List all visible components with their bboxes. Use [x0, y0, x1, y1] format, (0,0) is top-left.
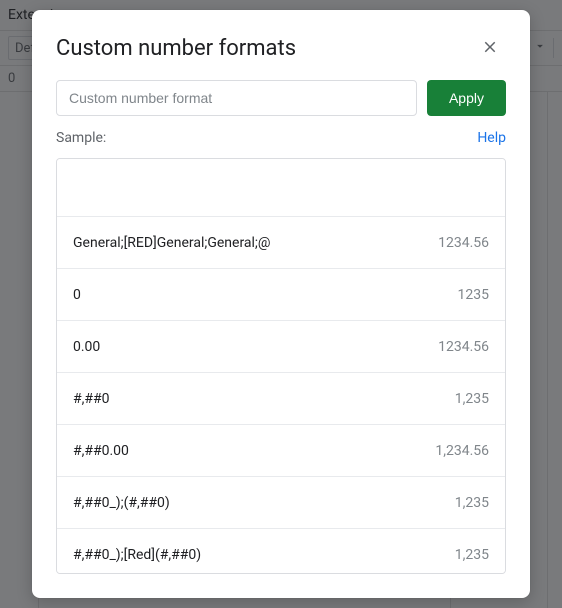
format-code: 0: [73, 287, 81, 303]
format-code: #,##0_);[Red](#,##0): [73, 547, 201, 563]
dialog-title: Custom number formats: [56, 36, 296, 61]
format-row[interactable]: #,##0_);[Red](#,##0) 1,235: [57, 529, 505, 574]
format-row[interactable]: #,##0_);(#,##0) 1,235: [57, 477, 505, 529]
sample-preview-box: [57, 159, 505, 217]
format-sample: 1,235: [455, 391, 489, 407]
format-list[interactable]: General;[RED]General;General;@ 1234.56 0 12…: [56, 158, 506, 574]
help-link[interactable]: Help: [477, 130, 506, 146]
format-sample: 1235: [458, 287, 489, 303]
sample-row: Sample: Help: [32, 116, 530, 158]
format-code: #,##0_);(#,##0): [73, 495, 170, 511]
custom-format-input[interactable]: [56, 80, 417, 116]
format-sample: 1,235: [455, 495, 489, 511]
close-icon: [481, 38, 499, 59]
format-code: General;[RED]General;General;@: [73, 235, 270, 251]
modal-overlay: Custom number formats Apply Sample: Help…: [0, 0, 562, 608]
format-row[interactable]: #,##0 1,235: [57, 373, 505, 425]
format-code: #,##0: [73, 391, 109, 407]
format-sample: 1234.56: [438, 235, 489, 251]
dialog-header: Custom number formats: [32, 10, 530, 80]
custom-number-formats-dialog: Custom number formats Apply Sample: Help…: [32, 10, 530, 598]
format-sample: 1234.56: [438, 339, 489, 355]
input-row: Apply: [32, 80, 530, 116]
format-sample: 1,235: [455, 547, 489, 563]
format-code: #,##0.00: [73, 443, 129, 459]
format-code: 0.00: [73, 339, 100, 355]
sample-label: Sample:: [56, 130, 106, 146]
format-row[interactable]: #,##0.00 1,234.56: [57, 425, 505, 477]
format-row[interactable]: 0.00 1234.56: [57, 321, 505, 373]
format-sample: 1,234.56: [435, 443, 489, 459]
close-button[interactable]: [474, 32, 506, 64]
format-row[interactable]: 0 1235: [57, 269, 505, 321]
apply-button[interactable]: Apply: [427, 80, 506, 116]
format-row[interactable]: General;[RED]General;General;@ 1234.56: [57, 217, 505, 269]
